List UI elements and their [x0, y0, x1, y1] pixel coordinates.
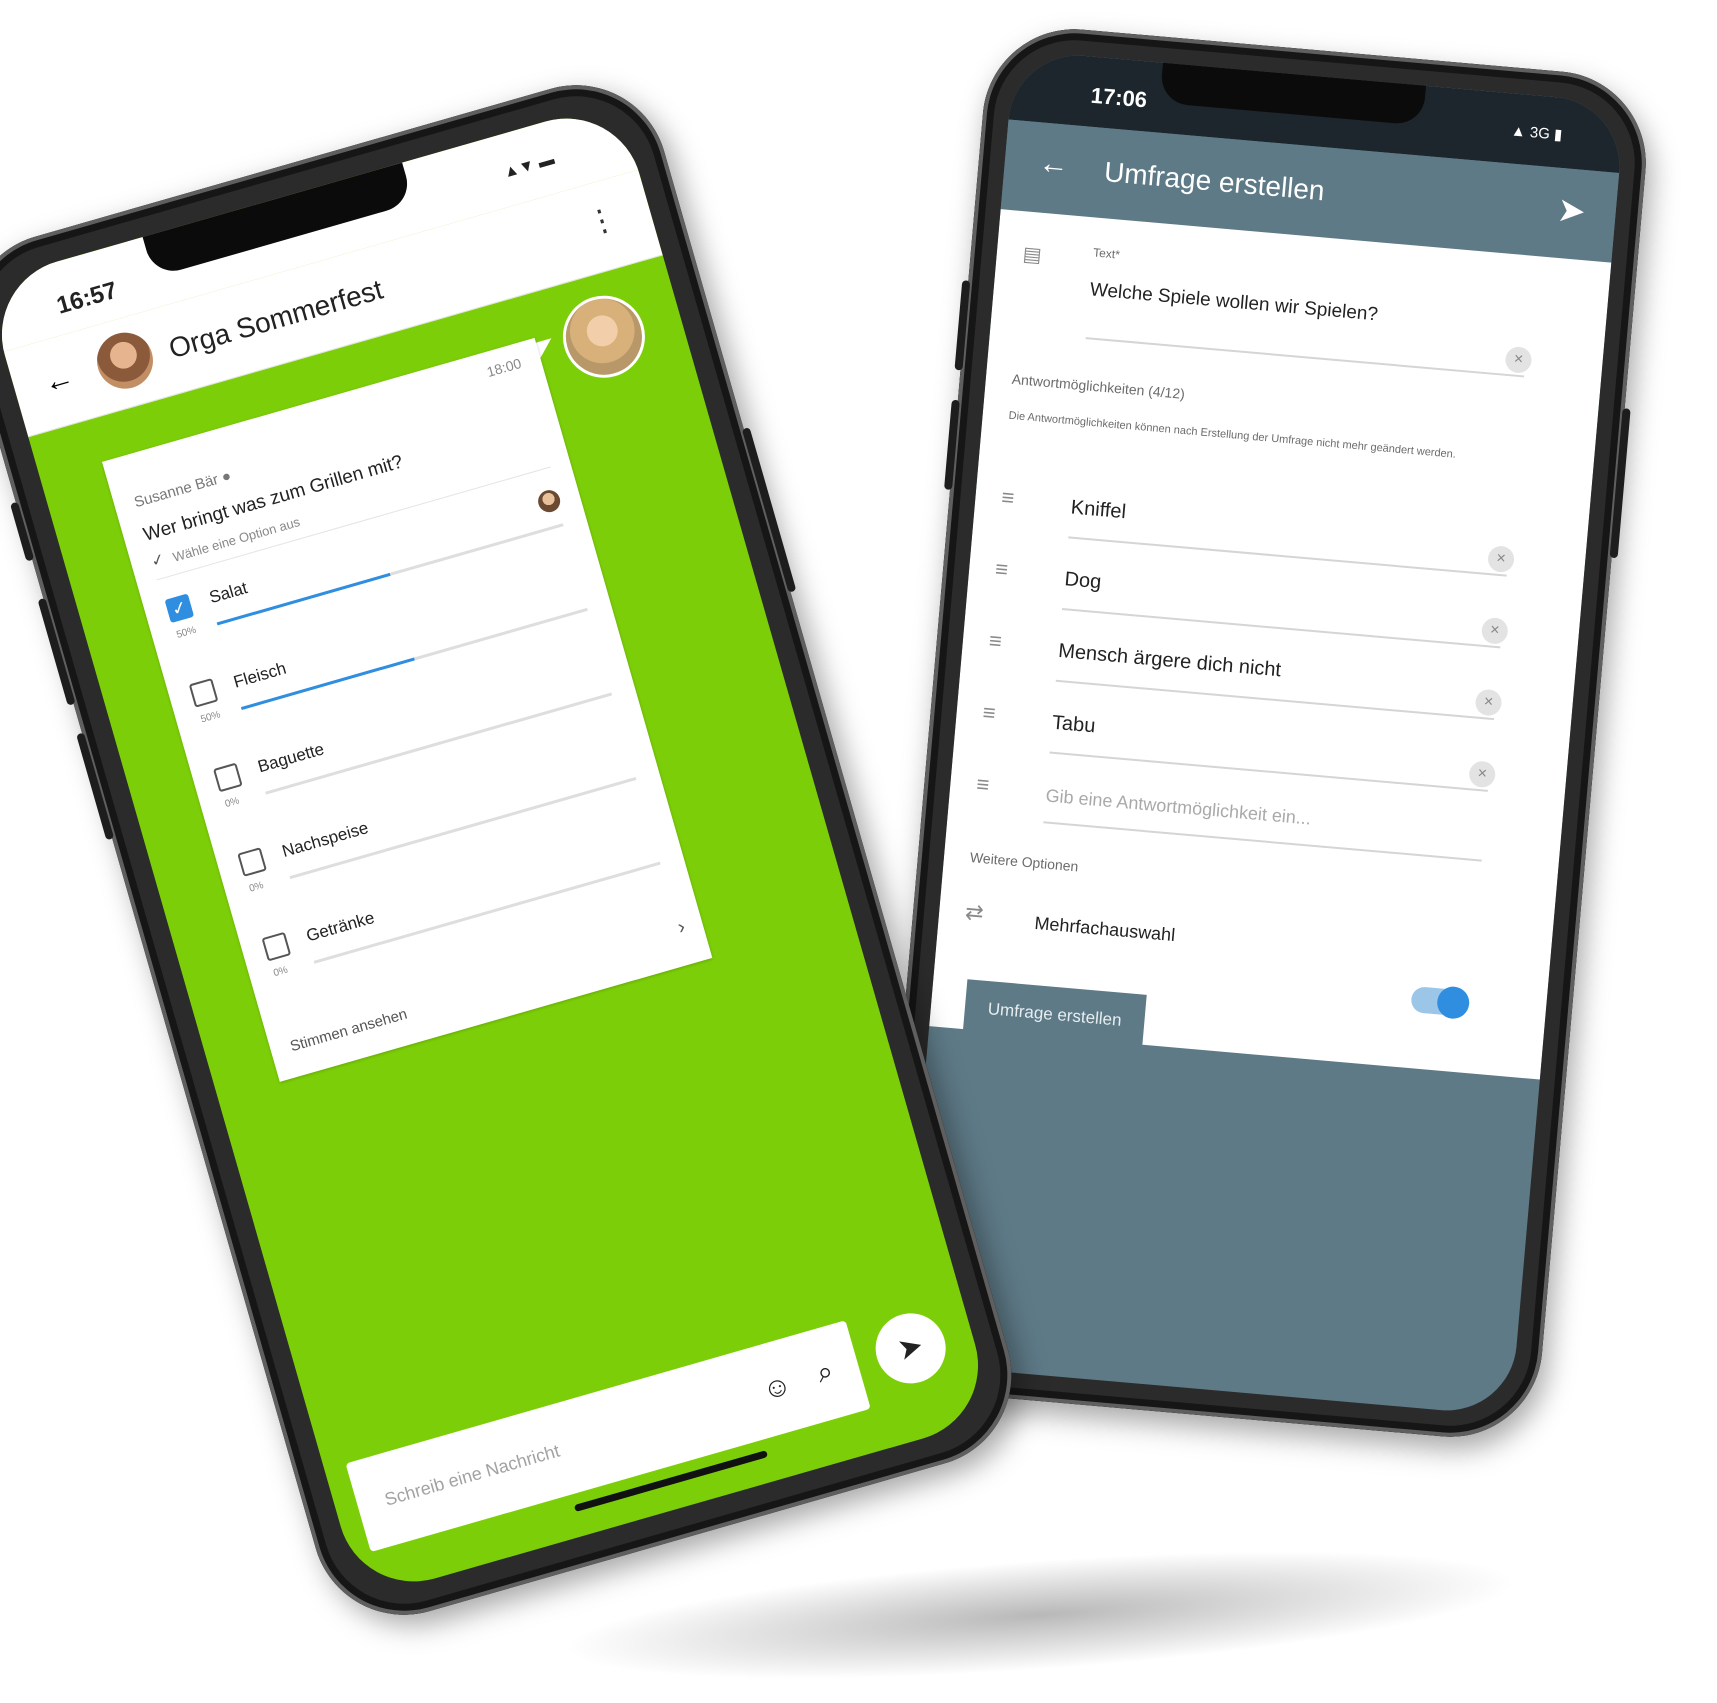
message-input[interactable]: Schreib eine Nachricht [382, 1441, 562, 1511]
answer-input[interactable]: Dog [1064, 568, 1102, 594]
create-poll-screen: 17:06 ▲ 3G ▮ ← Umfrage erstellen ➤ ▤ Tex… [899, 49, 1626, 1417]
back-arrow-icon[interactable]: ← [40, 360, 78, 401]
clear-question-icon[interactable]: × [1504, 345, 1533, 374]
create-poll-button[interactable]: Umfrage erstellen [962, 979, 1147, 1051]
option-label[interactable]: Salat [207, 578, 250, 608]
text-field-label: Text* [1092, 245, 1121, 262]
send-button[interactable]: ➤ [867, 1305, 954, 1392]
poll-message: 18:00 Susanne Bär ● Wer bringt was zum G… [101, 337, 713, 1082]
group-avatar[interactable] [90, 326, 160, 396]
multi-select-icon: ⇄ [964, 898, 985, 926]
page-title: Umfrage erstellen [1102, 156, 1326, 207]
answer-underline [1068, 536, 1507, 577]
drag-handle-icon[interactable]: ≡ [1000, 484, 1015, 511]
answer-input[interactable]: Mensch ärgere dich nicht [1057, 640, 1282, 682]
multi-select-toggle[interactable] [1410, 985, 1471, 1020]
toggle-knob [1435, 985, 1471, 1020]
drag-handle-icon[interactable]: ≡ [982, 700, 997, 727]
answer-underline [1055, 679, 1495, 721]
option-percent: 0% [223, 795, 241, 811]
option-percent: 50% [199, 709, 222, 726]
power-button [1609, 408, 1631, 559]
drag-handle-icon[interactable]: ≡ [994, 556, 1009, 583]
drag-handle-icon[interactable]: ≡ [988, 628, 1003, 655]
answer-underline [1049, 751, 1488, 792]
answers-hint: Die Antwortmöglichkeiten können nach Ers… [1008, 409, 1457, 461]
option-checkbox[interactable] [213, 762, 243, 793]
message-composer: Schreib eine Nachricht ☺ ⌕ [345, 1320, 871, 1553]
option-checkbox[interactable] [261, 931, 292, 962]
mute-switch [10, 501, 35, 562]
answers-label: Antwortmöglichkeiten (4/12) [1011, 370, 1186, 402]
phone-right: 17:06 ▲ 3G ▮ ← Umfrage erstellen ➤ ▤ Tex… [871, 21, 1654, 1445]
option-checkbox[interactable] [237, 847, 267, 877]
option-checkbox[interactable] [188, 678, 219, 708]
status-time: 16:57 [53, 276, 121, 320]
option-progress-bar [216, 523, 564, 626]
option-label[interactable]: Getränke [304, 908, 377, 947]
more-options-icon[interactable]: ⋮ [583, 200, 621, 242]
option-progress-bar [240, 607, 588, 710]
attachment-icon[interactable]: ⌕ [813, 1354, 837, 1390]
answer-underline [1061, 608, 1501, 649]
option-percent: 0% [272, 964, 290, 980]
drag-handle-icon[interactable]: ≡ [975, 771, 990, 798]
more-options-label: Weitere Optionen [969, 849, 1080, 875]
option-label[interactable]: Nachspeise [280, 818, 371, 862]
volume-button [37, 597, 76, 706]
view-votes-link[interactable]: Stimmen ansehen [288, 1006, 409, 1056]
floor-shadow [557, 1526, 1523, 1703]
send-icon[interactable]: ➤ [1555, 190, 1588, 232]
sender-avatar[interactable] [553, 285, 655, 388]
clear-answer-icon[interactable]: × [1480, 616, 1509, 645]
clear-answer-icon[interactable]: × [1486, 545, 1516, 574]
poll-form: ▤ Text* Welche Spiele wollen wir Spielen… [929, 209, 1612, 1080]
chevron-right-icon[interactable]: › [675, 916, 688, 940]
clear-answer-icon[interactable]: × [1468, 760, 1497, 789]
option-checkbox[interactable]: ✓ [164, 593, 195, 624]
volume-button [76, 732, 115, 841]
back-arrow-icon[interactable]: ← [1037, 146, 1070, 182]
check-icon: ✓ [149, 550, 167, 571]
emoji-icon[interactable]: ☺ [759, 1368, 795, 1407]
answer-input[interactable]: Tabu [1051, 712, 1096, 739]
new-answer-input[interactable]: Gib eine Antwortmöglichkeit ein... [1045, 785, 1312, 829]
message-time: 18:00 [484, 354, 524, 380]
volume-button [944, 399, 960, 491]
signal-battery-icon: ▲ 3G ▮ [1510, 122, 1563, 144]
new-answer-underline [1043, 821, 1482, 862]
option-percent: 50% [175, 624, 198, 641]
option-progress-fill [265, 791, 267, 795]
clear-answer-icon[interactable]: × [1474, 688, 1503, 717]
question-input[interactable]: Welche Spiele wollen wir Spielen? [1089, 279, 1379, 326]
phone-left: 16:57 ▲▼ ▬ ← Orga Sommerfest ⋮ 18:00 Sus… [0, 63, 1034, 1637]
volume-button [954, 280, 971, 371]
chat-screen: 16:57 ▲▼ ▬ ← Orga Sommerfest ⋮ 18:00 Sus… [0, 100, 997, 1600]
option-percent: 0% [248, 880, 265, 895]
multi-select-label: Mehrfachauswahl [1033, 912, 1176, 946]
option-label[interactable]: Baguette [256, 739, 327, 777]
question-underline [1085, 337, 1525, 378]
option-progress-fill [313, 960, 315, 964]
answer-input[interactable]: Kniffel [1070, 496, 1127, 524]
voter-avatar [535, 487, 563, 515]
text-field-icon: ▤ [1021, 243, 1043, 267]
signal-battery-icon: ▲▼ ▬ [501, 150, 557, 182]
option-label[interactable]: Fleisch [231, 659, 288, 693]
option-progress-fill [289, 876, 291, 880]
status-time: 17:06 [1089, 82, 1149, 113]
